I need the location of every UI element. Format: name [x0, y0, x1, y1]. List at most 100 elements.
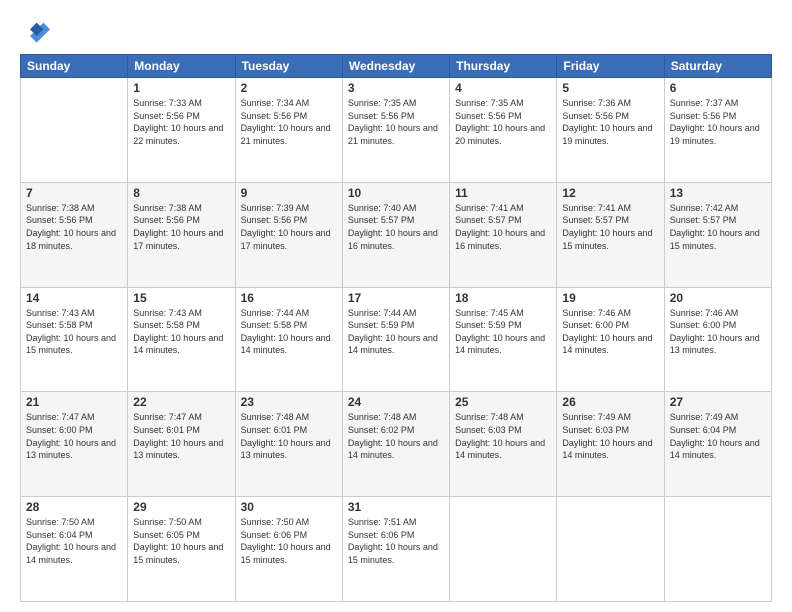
- cell-info: Sunrise: 7:51 AM Sunset: 6:06 PM Dayligh…: [348, 516, 444, 566]
- cell-info: Sunrise: 7:35 AM Sunset: 5:56 PM Dayligh…: [455, 97, 551, 147]
- cell-info: Sunrise: 7:49 AM Sunset: 6:04 PM Dayligh…: [670, 411, 766, 461]
- cell-date: 1: [133, 81, 229, 95]
- header: [20, 16, 772, 46]
- calendar-cell: 16Sunrise: 7:44 AM Sunset: 5:58 PM Dayli…: [235, 287, 342, 392]
- cell-date: 22: [133, 395, 229, 409]
- cell-info: Sunrise: 7:42 AM Sunset: 5:57 PM Dayligh…: [670, 202, 766, 252]
- calendar-cell: [21, 78, 128, 183]
- calendar-cell: 9Sunrise: 7:39 AM Sunset: 5:56 PM Daylig…: [235, 182, 342, 287]
- cell-date: 3: [348, 81, 444, 95]
- cell-info: Sunrise: 7:38 AM Sunset: 5:56 PM Dayligh…: [26, 202, 122, 252]
- calendar-week-row: 21Sunrise: 7:47 AM Sunset: 6:00 PM Dayli…: [21, 392, 772, 497]
- cell-date: 30: [241, 500, 337, 514]
- cell-info: Sunrise: 7:46 AM Sunset: 6:00 PM Dayligh…: [562, 307, 658, 357]
- cell-info: Sunrise: 7:33 AM Sunset: 5:56 PM Dayligh…: [133, 97, 229, 147]
- cell-info: Sunrise: 7:41 AM Sunset: 5:57 PM Dayligh…: [455, 202, 551, 252]
- calendar-cell: 2Sunrise: 7:34 AM Sunset: 5:56 PM Daylig…: [235, 78, 342, 183]
- calendar-cell: 7 Sunrise: 7:38 AM Sunset: 5:56 PM Daylig…: [21, 182, 128, 287]
- cell-date: 11: [455, 186, 551, 200]
- calendar-cell: 31 Sunrise: 7:51 AM Sunset: 6:06 PM Dayli…: [342, 497, 449, 602]
- cell-info: Sunrise: 7:38 AM Sunset: 5:56 PM Dayligh…: [133, 202, 229, 252]
- calendar-cell: 20Sunrise: 7:46 AM Sunset: 6:00 PM Dayli…: [664, 287, 771, 392]
- calendar-cell: [450, 497, 557, 602]
- logo: [20, 16, 54, 46]
- calendar-cell: 28 Sunrise: 7:50 AM Sunset: 6:04 PM Dayli…: [21, 497, 128, 602]
- cell-date: 27: [670, 395, 766, 409]
- calendar-cell: 23 Sunrise: 7:48 AM Sunset: 6:01 PM Dayli…: [235, 392, 342, 497]
- cell-info: Sunrise: 7:48 AM Sunset: 6:02 PM Dayligh…: [348, 411, 444, 461]
- calendar-cell: 17 Sunrise: 7:44 AM Sunset: 5:59 PM Dayli…: [342, 287, 449, 392]
- calendar-week-row: 7 Sunrise: 7:38 AM Sunset: 5:56 PM Daylig…: [21, 182, 772, 287]
- cell-info: Sunrise: 7:43 AM Sunset: 5:58 PM Dayligh…: [26, 307, 122, 357]
- calendar-cell: 12 Sunrise: 7:41 AM Sunset: 5:57 PM Dayli…: [557, 182, 664, 287]
- cell-date: 7: [26, 186, 122, 200]
- cell-date: 28: [26, 500, 122, 514]
- cell-date: 25: [455, 395, 551, 409]
- calendar-header-row: SundayMondayTuesdayWednesdayThursdayFrid…: [21, 55, 772, 78]
- weekday-header: Saturday: [664, 55, 771, 78]
- cell-date: 23: [241, 395, 337, 409]
- cell-info: Sunrise: 7:36 AM Sunset: 5:56 PM Dayligh…: [562, 97, 658, 147]
- cell-date: 24: [348, 395, 444, 409]
- calendar-cell: 22 Sunrise: 7:47 AM Sunset: 6:01 PM Dayli…: [128, 392, 235, 497]
- calendar-week-row: 14 Sunrise: 7:43 AM Sunset: 5:58 PM Dayli…: [21, 287, 772, 392]
- cell-info: Sunrise: 7:50 AM Sunset: 6:05 PM Dayligh…: [133, 516, 229, 566]
- cell-date: 12: [562, 186, 658, 200]
- calendar-cell: 21Sunrise: 7:47 AM Sunset: 6:00 PM Dayli…: [21, 392, 128, 497]
- calendar-cell: 10 Sunrise: 7:40 AM Sunset: 5:57 PM Dayli…: [342, 182, 449, 287]
- calendar-cell: 1 Sunrise: 7:33 AM Sunset: 5:56 PM Daylig…: [128, 78, 235, 183]
- weekday-header: Wednesday: [342, 55, 449, 78]
- cell-date: 2: [241, 81, 337, 95]
- calendar-cell: 4 Sunrise: 7:35 AM Sunset: 5:56 PM Daylig…: [450, 78, 557, 183]
- cell-date: 17: [348, 291, 444, 305]
- weekday-header: Friday: [557, 55, 664, 78]
- cell-date: 14: [26, 291, 122, 305]
- cell-info: Sunrise: 7:50 AM Sunset: 6:04 PM Dayligh…: [26, 516, 122, 566]
- cell-date: 10: [348, 186, 444, 200]
- calendar-cell: 24 Sunrise: 7:48 AM Sunset: 6:02 PM Dayli…: [342, 392, 449, 497]
- calendar-cell: 15Sunrise: 7:43 AM Sunset: 5:58 PM Dayli…: [128, 287, 235, 392]
- calendar-cell: 3Sunrise: 7:35 AM Sunset: 5:56 PM Daylig…: [342, 78, 449, 183]
- cell-date: 5: [562, 81, 658, 95]
- calendar-cell: 27 Sunrise: 7:49 AM Sunset: 6:04 PM Dayli…: [664, 392, 771, 497]
- cell-date: 21: [26, 395, 122, 409]
- cell-info: Sunrise: 7:47 AM Sunset: 6:01 PM Dayligh…: [133, 411, 229, 461]
- calendar-cell: 18 Sunrise: 7:45 AM Sunset: 5:59 PM Dayli…: [450, 287, 557, 392]
- cell-info: Sunrise: 7:40 AM Sunset: 5:57 PM Dayligh…: [348, 202, 444, 252]
- calendar-week-row: 28 Sunrise: 7:50 AM Sunset: 6:04 PM Dayli…: [21, 497, 772, 602]
- cell-date: 8: [133, 186, 229, 200]
- cell-date: 4: [455, 81, 551, 95]
- cell-date: 29: [133, 500, 229, 514]
- cell-info: Sunrise: 7:45 AM Sunset: 5:59 PM Dayligh…: [455, 307, 551, 357]
- cell-info: Sunrise: 7:39 AM Sunset: 5:56 PM Dayligh…: [241, 202, 337, 252]
- calendar-cell: 14 Sunrise: 7:43 AM Sunset: 5:58 PM Dayli…: [21, 287, 128, 392]
- weekday-header: Thursday: [450, 55, 557, 78]
- calendar-cell: [664, 497, 771, 602]
- cell-info: Sunrise: 7:48 AM Sunset: 6:01 PM Dayligh…: [241, 411, 337, 461]
- cell-date: 31: [348, 500, 444, 514]
- cell-date: 18: [455, 291, 551, 305]
- calendar-cell: 19Sunrise: 7:46 AM Sunset: 6:00 PM Dayli…: [557, 287, 664, 392]
- page: SundayMondayTuesdayWednesdayThursdayFrid…: [0, 0, 792, 612]
- cell-info: Sunrise: 7:50 AM Sunset: 6:06 PM Dayligh…: [241, 516, 337, 566]
- calendar-cell: 6Sunrise: 7:37 AM Sunset: 5:56 PM Daylig…: [664, 78, 771, 183]
- calendar-cell: 25Sunrise: 7:48 AM Sunset: 6:03 PM Dayli…: [450, 392, 557, 497]
- calendar-cell: [557, 497, 664, 602]
- cell-info: Sunrise: 7:44 AM Sunset: 5:59 PM Dayligh…: [348, 307, 444, 357]
- calendar-cell: 8 Sunrise: 7:38 AM Sunset: 5:56 PM Daylig…: [128, 182, 235, 287]
- calendar-cell: 11 Sunrise: 7:41 AM Sunset: 5:57 PM Dayli…: [450, 182, 557, 287]
- cell-date: 26: [562, 395, 658, 409]
- calendar-cell: 13 Sunrise: 7:42 AM Sunset: 5:57 PM Dayli…: [664, 182, 771, 287]
- cell-info: Sunrise: 7:49 AM Sunset: 6:03 PM Dayligh…: [562, 411, 658, 461]
- cell-date: 6: [670, 81, 766, 95]
- calendar-cell: 26 Sunrise: 7:49 AM Sunset: 6:03 PM Dayli…: [557, 392, 664, 497]
- cell-date: 20: [670, 291, 766, 305]
- cell-date: 15: [133, 291, 229, 305]
- cell-date: 16: [241, 291, 337, 305]
- weekday-header: Tuesday: [235, 55, 342, 78]
- cell-info: Sunrise: 7:41 AM Sunset: 5:57 PM Dayligh…: [562, 202, 658, 252]
- cell-date: 13: [670, 186, 766, 200]
- logo-icon: [20, 16, 50, 46]
- calendar-table: SundayMondayTuesdayWednesdayThursdayFrid…: [20, 54, 772, 602]
- weekday-header: Sunday: [21, 55, 128, 78]
